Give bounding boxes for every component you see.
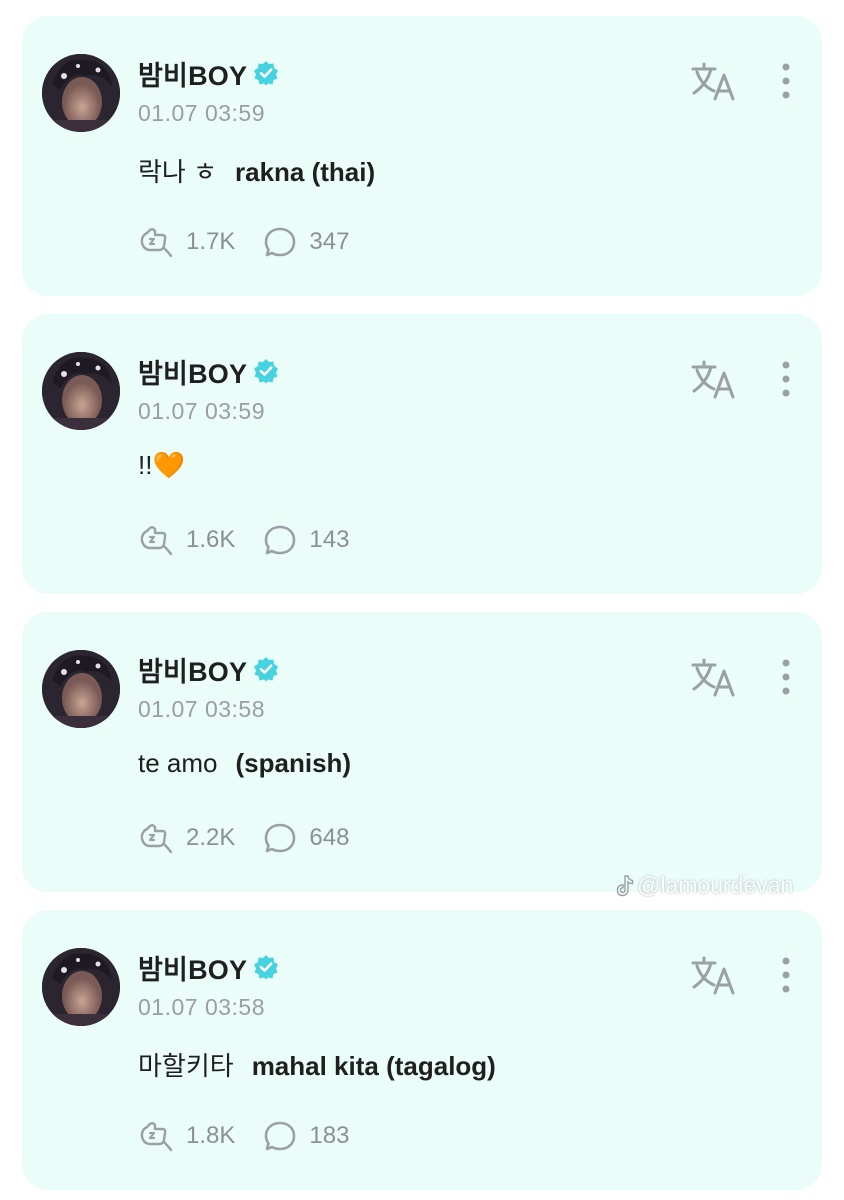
translate-icon — [691, 360, 735, 399]
translate-icon — [691, 62, 735, 101]
more-options-button[interactable] — [776, 956, 796, 996]
comment-icon — [265, 823, 296, 853]
post-timestamp: 01.07 03:58 — [138, 696, 266, 722]
avatar[interactable] — [42, 54, 120, 132]
author-name[interactable]: 밤비BOY — [138, 352, 247, 391]
comment-count[interactable]: 648 — [263, 822, 349, 854]
post-timestamp: 01.07 03:58 — [138, 994, 266, 1020]
translate-icon — [691, 658, 735, 697]
comment-count-value: 183 — [309, 1122, 350, 1149]
more-vertical-icon — [782, 63, 790, 99]
post-timestamp: 01.07 03:59 — [138, 398, 266, 424]
post-stats: 1.6K 143 — [138, 524, 349, 556]
author-row: 밤비BOY — [138, 352, 279, 391]
reaction-count[interactable]: 1.8K — [138, 1120, 235, 1152]
comment-count-value: 143 — [309, 526, 350, 553]
post-body: te amo (spanish) — [138, 748, 351, 779]
more-vertical-icon — [782, 957, 790, 993]
comment-count-value: 648 — [309, 824, 350, 851]
more-vertical-icon — [782, 361, 790, 397]
reaction-count-value: 1.6K — [186, 526, 236, 553]
post-body: !!🧡 — [138, 450, 185, 481]
author-row: 밤비BOY — [138, 650, 279, 689]
post-card[interactable]: 밤비BOY 01.07 03:59 !!🧡 1.6K 143 — [22, 314, 822, 594]
translate-button[interactable] — [690, 658, 736, 698]
translate-button[interactable] — [690, 360, 736, 400]
verified-badge-icon — [253, 954, 279, 980]
post-card[interactable]: 밤비BOY 01.07 03:58 마할키타 mahal kita (tagalo… — [22, 910, 822, 1190]
post-stats: 2.2K 648 — [138, 822, 349, 854]
post-translation-note: (spanish) — [235, 748, 352, 778]
post-translation-note: mahal kita (tagalog) — [251, 1051, 496, 1081]
comment-count-value: 347 — [309, 228, 350, 255]
reaction-count[interactable]: 1.6K — [138, 524, 235, 556]
post-card[interactable]: 밤비BOY 01.07 03:59 락나 ㅎ rakna (thai) 1.7K — [22, 16, 822, 296]
avatar[interactable] — [42, 352, 120, 430]
author-name[interactable]: 밤비BOY — [138, 54, 247, 93]
reaction-count-value: 2.2K — [186, 824, 236, 851]
reaction-icon — [140, 1122, 173, 1152]
avatar[interactable] — [42, 650, 120, 728]
post-native-text: 마할키타 — [138, 1051, 234, 1081]
post-body: 락나 ㅎ rakna (thai) — [138, 152, 375, 189]
post-timestamp: 01.07 03:59 — [138, 100, 266, 126]
verified-badge-icon — [253, 60, 279, 86]
author-name[interactable]: 밤비BOY — [138, 650, 247, 689]
tiktok-icon — [616, 874, 634, 896]
more-options-button[interactable] — [776, 658, 796, 698]
post-stats: 1.8K 183 — [138, 1120, 349, 1152]
post-native-text: te amo — [138, 748, 218, 778]
post-card[interactable]: 밤비BOY 01.07 03:58 te amo (spanish) 2.2K — [22, 612, 822, 892]
post-stats: 1.7K 347 — [138, 226, 349, 258]
translate-icon — [691, 956, 735, 995]
author-row: 밤비BOY — [138, 948, 279, 987]
watermark-handle: @lamourdevan — [637, 872, 794, 898]
post-body: 마할키타 mahal kita (tagalog) — [138, 1046, 496, 1083]
avatar[interactable] — [42, 948, 120, 1026]
verified-badge-icon — [253, 656, 279, 682]
author-row: 밤비BOY — [138, 54, 279, 93]
translate-button[interactable] — [690, 62, 736, 102]
post-native-text: 락나 ㅎ — [138, 157, 217, 187]
more-options-button[interactable] — [776, 62, 796, 102]
reaction-icon — [140, 824, 173, 854]
comment-count[interactable]: 183 — [263, 1120, 349, 1152]
reaction-icon — [140, 526, 173, 556]
more-vertical-icon — [782, 659, 790, 695]
reaction-count[interactable]: 1.7K — [138, 226, 235, 258]
author-name[interactable]: 밤비BOY — [138, 948, 247, 987]
reaction-count[interactable]: 2.2K — [138, 822, 235, 854]
reaction-count-value: 1.8K — [186, 1122, 236, 1149]
comment-icon — [265, 1121, 296, 1151]
reaction-count-value: 1.7K — [186, 228, 236, 255]
comment-icon — [265, 227, 296, 257]
reaction-icon — [140, 228, 173, 258]
translate-button[interactable] — [690, 956, 736, 996]
comment-count[interactable]: 347 — [263, 226, 349, 258]
more-options-button[interactable] — [776, 360, 796, 400]
comment-icon — [265, 525, 296, 555]
post-native-text: !!🧡 — [138, 450, 185, 480]
verified-badge-icon — [253, 358, 279, 384]
watermark: @lamourdevan — [616, 872, 793, 899]
post-translation-note: rakna (thai) — [234, 157, 376, 187]
comment-count[interactable]: 143 — [263, 524, 349, 556]
post-feed: 밤비BOY 01.07 03:59 락나 ㅎ rakna (thai) 1.7K — [0, 0, 844, 1200]
